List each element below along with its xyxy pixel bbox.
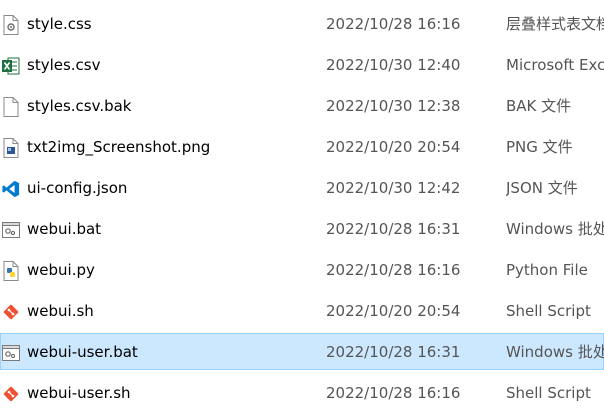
- git-shell-file-icon: [2, 302, 20, 322]
- file-type: Python File: [506, 261, 588, 279]
- file-row[interactable]: styles.csv.bak 2022/10/30 12:38 BAK 文件: [0, 87, 604, 124]
- file-type: Shell Script: [506, 384, 591, 402]
- file-row[interactable]: style.css 2022/10/28 16:16 层叠样式表文档: [0, 5, 604, 42]
- file-row[interactable]: webui.py 2022/10/28 16:16 Python File: [0, 251, 604, 288]
- blank-file-icon: [2, 97, 20, 117]
- file-list: style.css 2022/10/28 16:16 层叠样式表文档 style…: [0, 0, 604, 410]
- git-shell-file-icon: [2, 384, 20, 404]
- file-type: Windows 批处理文件: [506, 220, 604, 238]
- file-type: 层叠样式表文档: [506, 15, 604, 33]
- file-type: BAK 文件: [506, 97, 572, 115]
- png-file-icon: [2, 138, 20, 158]
- file-type: Microsoft Excel: [506, 56, 604, 74]
- batch-file-icon: [2, 343, 20, 363]
- file-modified-date: 2022/10/20 20:54: [326, 302, 461, 320]
- file-type: JSON 文件: [506, 179, 578, 197]
- file-type: PNG 文件: [506, 138, 573, 156]
- file-row[interactable]: webui.bat 2022/10/28 16:31 Windows 批处理文件: [0, 210, 604, 247]
- file-modified-date: 2022/10/20 20:54: [326, 138, 461, 156]
- file-name: ui-config.json: [27, 179, 128, 197]
- file-row[interactable]: styles.csv 2022/10/30 12:40 Microsoft Ex…: [0, 46, 604, 83]
- excel-file-icon: [2, 56, 20, 76]
- file-modified-date: 2022/10/28 16:16: [326, 15, 461, 33]
- vscode-file-icon: [2, 179, 20, 199]
- file-modified-date: 2022/10/30 12:42: [326, 179, 461, 197]
- file-name: txt2img_Screenshot.png: [27, 138, 211, 156]
- file-modified-date: 2022/10/28 16:31: [326, 343, 461, 361]
- file-name: style.css: [27, 15, 92, 33]
- file-name: webui.sh: [27, 302, 94, 320]
- file-name: styles.csv.bak: [27, 97, 132, 115]
- batch-file-icon: [2, 220, 20, 240]
- file-row-selected[interactable]: webui-user.bat 2022/10/28 16:31 Windows …: [0, 333, 604, 370]
- file-type: Windows 批处理文件: [506, 343, 604, 361]
- file-modified-date: 2022/10/30 12:38: [326, 97, 461, 115]
- file-row[interactable]: txt2img_Screenshot.png 2022/10/20 20:54 …: [0, 128, 604, 165]
- file-name: webui.py: [27, 261, 95, 279]
- file-name: styles.csv: [27, 56, 101, 74]
- file-row[interactable]: webui-user.sh 2022/10/28 16:16 Shell Scr…: [0, 374, 604, 411]
- python-file-icon: [2, 261, 20, 281]
- file-modified-date: 2022/10/28 16:31: [326, 220, 461, 238]
- file-name: webui-user.bat: [27, 343, 138, 361]
- file-modified-date: 2022/10/30 12:40: [326, 56, 461, 74]
- file-name: webui-user.sh: [27, 384, 131, 402]
- file-row[interactable]: ui-config.json 2022/10/30 12:42 JSON 文件: [0, 169, 604, 206]
- file-row[interactable]: webui.sh 2022/10/20 20:54 Shell Script: [0, 292, 604, 329]
- css-file-icon: [2, 15, 20, 35]
- file-modified-date: 2022/10/28 16:16: [326, 384, 461, 402]
- file-type: Shell Script: [506, 302, 591, 320]
- file-name: webui.bat: [27, 220, 102, 238]
- file-modified-date: 2022/10/28 16:16: [326, 261, 461, 279]
